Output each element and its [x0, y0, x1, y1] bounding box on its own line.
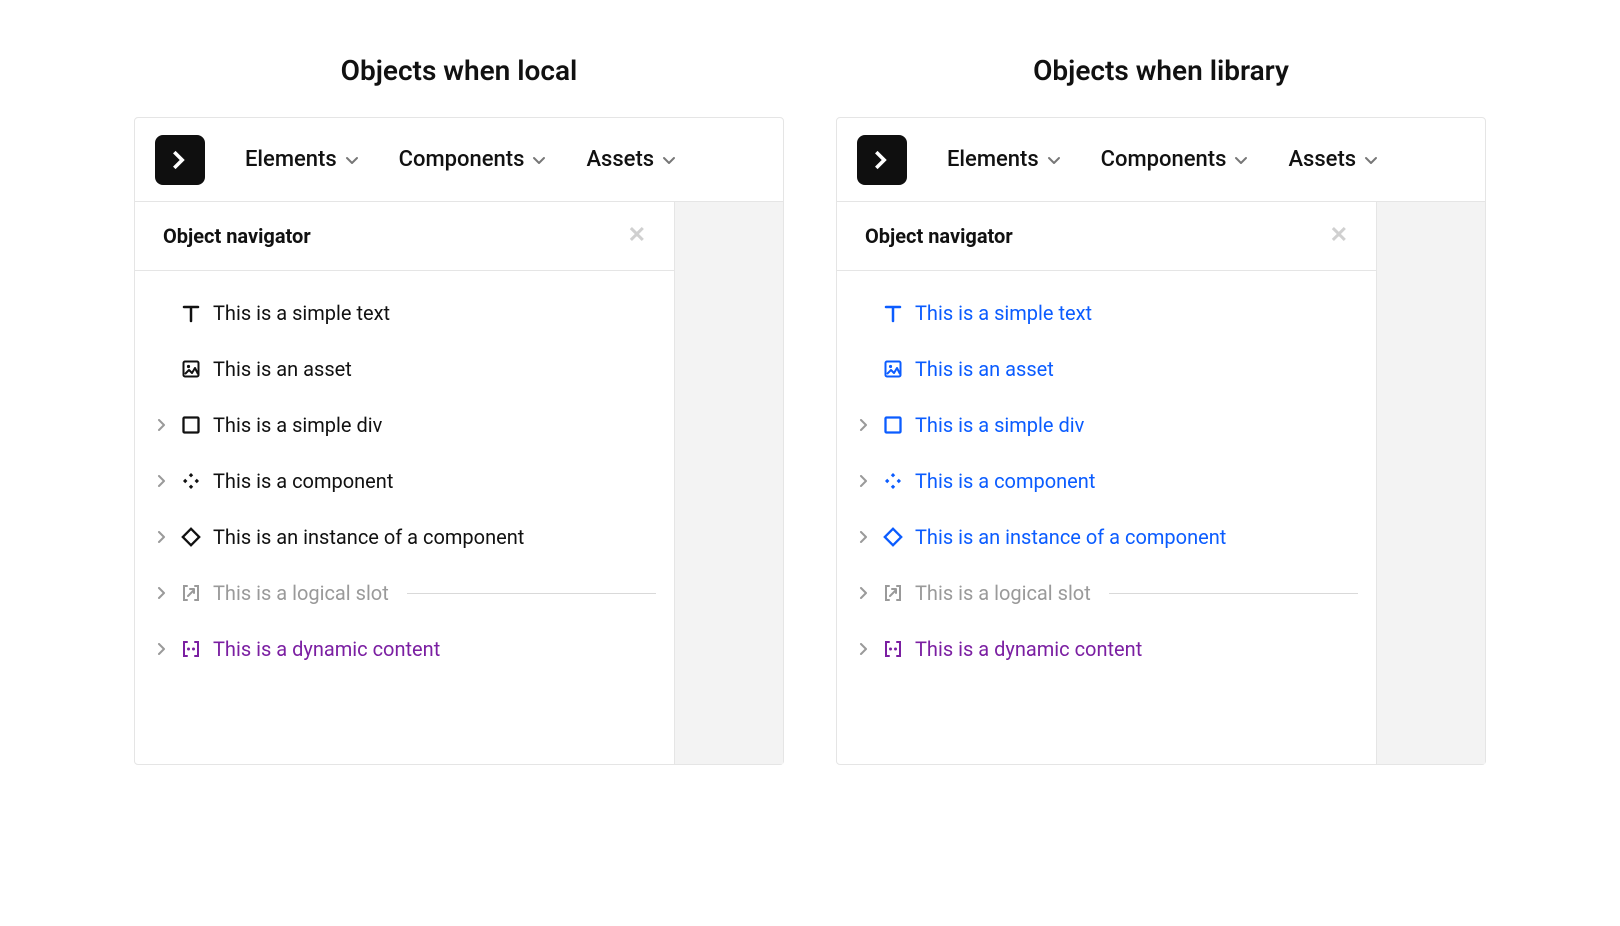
tab-elements[interactable]: Elements — [245, 147, 359, 172]
tree-row-asset[interactable]: This is an asset — [855, 341, 1358, 397]
chevron-down-icon — [532, 154, 546, 166]
text-icon — [881, 303, 905, 323]
chevron-down-icon — [345, 154, 359, 166]
tree-row-label: This is a dynamic content — [213, 637, 440, 661]
tab-assets[interactable]: Assets — [1288, 147, 1378, 172]
expand-arrow-icon[interactable] — [153, 419, 169, 431]
tree-row-label: This is an instance of a component — [915, 525, 1226, 549]
square-icon — [179, 415, 203, 435]
text-icon — [179, 303, 203, 323]
tree-row-slot[interactable]: This is a logical slot — [855, 565, 1358, 621]
component-icon — [881, 471, 905, 491]
divider-line — [1109, 593, 1358, 594]
toolbar: Elements Components Assets — [837, 118, 1485, 202]
dynamic-content-icon — [179, 639, 203, 659]
tree-row-text[interactable]: This is a simple text — [855, 285, 1358, 341]
app-logo[interactable] — [857, 135, 907, 185]
tab-label: Elements — [245, 147, 337, 172]
chevron-down-icon — [1234, 154, 1248, 166]
column-title: Objects when local — [134, 54, 784, 87]
expand-arrow-icon[interactable] — [855, 587, 871, 599]
tree-row-label: This is a component — [213, 469, 393, 493]
canvas-area[interactable] — [675, 202, 783, 764]
tree-row-label: This is a logical slot — [915, 581, 1091, 605]
tab-label: Components — [1101, 147, 1227, 172]
tree-row-label: This is a component — [915, 469, 1095, 493]
tab-label: Assets — [586, 147, 654, 172]
canvas-area[interactable] — [1377, 202, 1485, 764]
expand-arrow-icon[interactable] — [855, 475, 871, 487]
tree-row-dynamic[interactable]: This is a dynamic content — [153, 621, 656, 677]
panel: Elements Components Assets Object naviga… — [836, 117, 1486, 765]
expand-arrow-icon[interactable] — [153, 587, 169, 599]
object-navigator: Object navigator ✕ This is a simple text… — [837, 202, 1377, 764]
expand-arrow-icon[interactable] — [153, 475, 169, 487]
tab-components[interactable]: Components — [1101, 147, 1249, 172]
tree-row-label: This is an asset — [915, 357, 1054, 381]
tab-components[interactable]: Components — [399, 147, 547, 172]
expand-arrow-icon[interactable] — [855, 419, 871, 431]
divider-line — [407, 593, 656, 594]
library-column: Objects when library Elements Components… — [836, 50, 1486, 765]
local-column: Objects when local Elements Components A… — [134, 50, 784, 765]
navigator-title: Object navigator — [865, 224, 1013, 248]
tree-row-label: This is a simple text — [213, 301, 390, 325]
tab-label: Assets — [1288, 147, 1356, 172]
tree-row-label: This is a simple div — [213, 413, 382, 437]
tree-row-dynamic[interactable]: This is a dynamic content — [855, 621, 1358, 677]
column-title: Objects when library — [836, 54, 1486, 87]
expand-arrow-icon[interactable] — [153, 643, 169, 655]
tree-row-instance[interactable]: This is an instance of a component — [153, 509, 656, 565]
tree-row-asset[interactable]: This is an asset — [153, 341, 656, 397]
toolbar: Elements Components Assets — [135, 118, 783, 202]
chevron-down-icon — [662, 154, 676, 166]
tree-row-label: This is a simple text — [915, 301, 1092, 325]
panel: Elements Components Assets Object naviga… — [134, 117, 784, 765]
tree-row-label: This is a logical slot — [213, 581, 389, 605]
square-icon — [881, 415, 905, 435]
instance-icon — [881, 527, 905, 547]
tree-row-text[interactable]: This is a simple text — [153, 285, 656, 341]
slot-icon — [179, 583, 203, 603]
tree-row-div[interactable]: This is a simple div — [153, 397, 656, 453]
tree-row-instance[interactable]: This is an instance of a component — [855, 509, 1358, 565]
tab-assets[interactable]: Assets — [586, 147, 676, 172]
tree: This is a simple text This is an asset Thi… — [837, 271, 1376, 697]
slot-icon — [881, 583, 905, 603]
tree-row-component[interactable]: This is a component — [855, 453, 1358, 509]
tab-label: Elements — [947, 147, 1039, 172]
tab-elements[interactable]: Elements — [947, 147, 1061, 172]
tree-row-slot[interactable]: This is a logical slot — [153, 565, 656, 621]
object-navigator: Object navigator ✕ This is a simple text… — [135, 202, 675, 764]
tree: This is a simple text This is an asset Thi… — [135, 271, 674, 697]
tree-row-label: This is an instance of a component — [213, 525, 524, 549]
app-logo[interactable] — [155, 135, 205, 185]
expand-arrow-icon[interactable] — [855, 643, 871, 655]
image-icon — [179, 359, 203, 379]
tree-row-label: This is an asset — [213, 357, 352, 381]
close-icon[interactable]: ✕ — [628, 225, 646, 247]
expand-arrow-icon[interactable] — [855, 531, 871, 543]
tree-row-div[interactable]: This is a simple div — [855, 397, 1358, 453]
instance-icon — [179, 527, 203, 547]
tree-row-component[interactable]: This is a component — [153, 453, 656, 509]
tree-row-label: This is a dynamic content — [915, 637, 1142, 661]
image-icon — [881, 359, 905, 379]
tab-label: Components — [399, 147, 525, 172]
navigator-title: Object navigator — [163, 224, 311, 248]
close-icon[interactable]: ✕ — [1330, 225, 1348, 247]
component-icon — [179, 471, 203, 491]
dynamic-content-icon — [881, 639, 905, 659]
expand-arrow-icon[interactable] — [153, 531, 169, 543]
chevron-down-icon — [1047, 154, 1061, 166]
chevron-down-icon — [1364, 154, 1378, 166]
tree-row-label: This is a simple div — [915, 413, 1084, 437]
